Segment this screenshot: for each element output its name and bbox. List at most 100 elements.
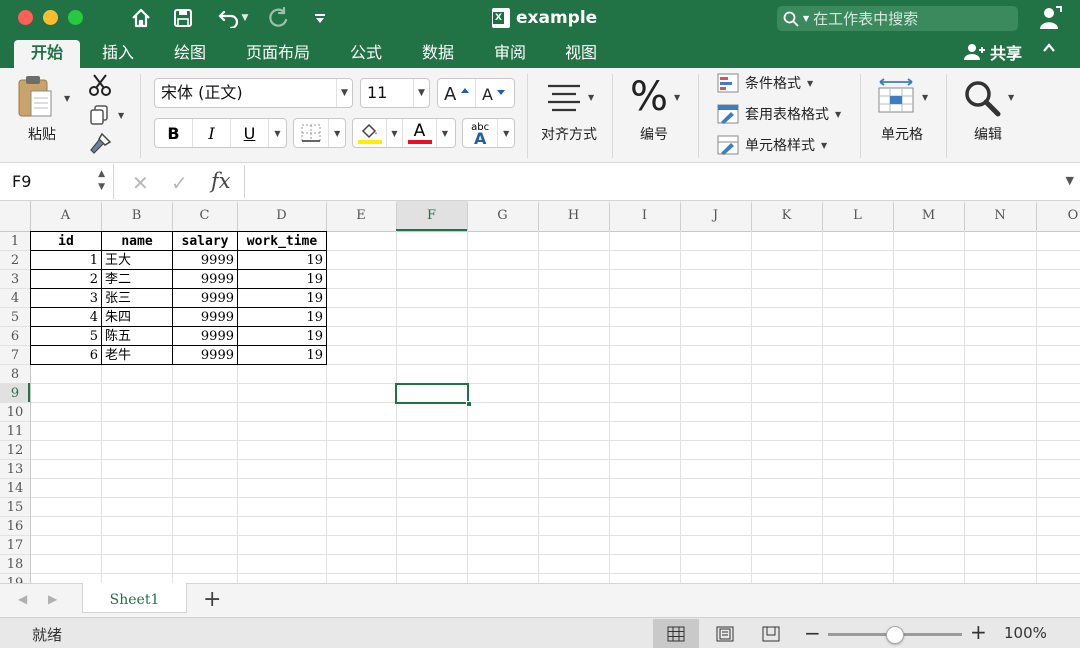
share-button[interactable]: 共享 xyxy=(964,38,1022,66)
cell-a6[interactable]: 5 xyxy=(31,327,101,346)
zoom-in-icon[interactable]: + xyxy=(970,620,987,644)
conditional-format-button[interactable]: 条件格式 ▼ xyxy=(717,72,813,94)
column-header-a[interactable]: A xyxy=(30,207,101,225)
collapse-ribbon-icon[interactable] xyxy=(1042,41,1056,59)
window-maximize-button[interactable] xyxy=(68,10,83,25)
name-box[interactable]: F9 ▲ ▼ xyxy=(0,164,114,199)
cell-a2[interactable]: 1 xyxy=(31,251,101,270)
tab-view[interactable]: 视图 xyxy=(553,40,609,68)
font-name-dropdown-icon[interactable]: ▼ xyxy=(336,79,352,107)
page-break-view-button[interactable] xyxy=(748,619,794,648)
cell-b7[interactable]: 老牛 xyxy=(102,346,172,365)
row-header-11[interactable]: 11 xyxy=(0,422,30,441)
format-as-table-button[interactable]: 套用表格格式 ▼ xyxy=(717,103,841,125)
cell-c3[interactable]: 9999 xyxy=(173,270,237,289)
cell-a7[interactable]: 6 xyxy=(31,346,101,365)
confirm-entry-icon[interactable]: ✓ xyxy=(171,171,188,195)
number-format-button[interactable]: % xyxy=(630,74,668,120)
cell-d1[interactable]: work_time xyxy=(238,232,326,251)
row-header-16[interactable]: 16 xyxy=(0,517,30,536)
column-header-c[interactable]: C xyxy=(172,207,237,225)
row-header-3[interactable]: 3 xyxy=(0,270,30,289)
tab-page-layout[interactable]: 页面布局 xyxy=(234,40,322,68)
column-header-o[interactable]: O xyxy=(1036,207,1080,225)
alignment-dropdown-icon[interactable]: ▼ xyxy=(588,93,594,102)
row-header-18[interactable]: 18 xyxy=(0,555,30,574)
cell-b2[interactable]: 王大 xyxy=(102,251,172,270)
row-header-19[interactable]: 19 xyxy=(0,574,30,583)
insert-function-icon[interactable]: fx xyxy=(211,169,231,193)
account-button[interactable] xyxy=(1038,5,1062,35)
redo-button[interactable] xyxy=(266,5,292,31)
tab-review[interactable]: 审阅 xyxy=(482,40,538,68)
cell-styles-button[interactable]: 单元格样式 ▼ xyxy=(717,134,827,156)
bold-button[interactable]: B xyxy=(155,119,193,147)
cell-a1[interactable]: id xyxy=(31,232,101,251)
normal-view-button[interactable] xyxy=(653,619,699,648)
cancel-entry-icon[interactable]: ✕ xyxy=(132,171,149,195)
tab-home[interactable]: 开始 xyxy=(14,40,80,68)
zoom-level[interactable]: 100% xyxy=(1004,624,1047,642)
next-sheet-icon[interactable]: ▶ xyxy=(48,592,57,606)
cell-a4[interactable]: 3 xyxy=(31,289,101,308)
cell-b1[interactable]: name xyxy=(102,232,172,251)
customize-toolbar-button[interactable] xyxy=(311,5,329,31)
undo-button[interactable]: ▼ xyxy=(212,5,254,31)
search-options-icon[interactable]: ▼ xyxy=(803,14,809,23)
cell-c2[interactable]: 9999 xyxy=(173,251,237,270)
column-header-d[interactable]: D xyxy=(237,207,326,225)
column-header-i[interactable]: I xyxy=(609,207,680,225)
cell-d2[interactable]: 19 xyxy=(238,251,326,270)
cells-button[interactable] xyxy=(876,78,916,118)
text-effects-dropdown-icon[interactable]: ▼ xyxy=(498,119,514,147)
row-header-9[interactable]: 9 xyxy=(0,384,30,403)
cell-c1[interactable]: salary xyxy=(173,232,237,251)
worksheet-grid[interactable]: ABCDEFGHIJKLMNO 1 2 3 4 5 6 7 8 9 10 11 12 13 14 15 16 1… xyxy=(0,201,1080,583)
home-button[interactable] xyxy=(128,5,154,31)
underline-dropdown-icon[interactable]: ▼ xyxy=(269,119,286,147)
window-minimize-button[interactable] xyxy=(43,10,58,25)
row-header-7[interactable]: 7 xyxy=(0,346,30,365)
cell-d4[interactable]: 19 xyxy=(238,289,326,308)
row-header-1[interactable]: 1 xyxy=(0,232,30,251)
zoom-out-icon[interactable]: − xyxy=(804,621,821,645)
paste-dropdown-icon[interactable]: ▼ xyxy=(64,94,70,103)
save-button[interactable] xyxy=(170,5,196,31)
cell-c4[interactable]: 9999 xyxy=(173,289,237,308)
cut-button[interactable] xyxy=(88,73,112,101)
prev-sheet-icon[interactable]: ◀ xyxy=(18,592,27,606)
column-header-k[interactable]: K xyxy=(751,207,822,225)
column-header-b[interactable]: B xyxy=(101,207,172,225)
font-size-dropdown-icon[interactable]: ▼ xyxy=(413,79,429,107)
undo-dropdown-icon[interactable]: ▼ xyxy=(242,13,249,23)
font-size-select[interactable]: 11 ▼ xyxy=(360,78,430,108)
column-header-m[interactable]: M xyxy=(893,207,964,225)
cell-b5[interactable]: 朱四 xyxy=(102,308,172,327)
expand-formula-bar-icon[interactable]: ▼ xyxy=(1066,174,1074,187)
row-header-5[interactable]: 5 xyxy=(0,308,30,327)
fill-color-button[interactable] xyxy=(353,119,387,147)
borders-dropdown-icon[interactable]: ▼ xyxy=(329,119,345,147)
borders-button[interactable] xyxy=(294,119,330,147)
decrease-font-size-button[interactable]: A xyxy=(476,79,514,107)
copy-dropdown-icon[interactable]: ▼ xyxy=(118,111,124,120)
cell-b6[interactable]: 陈五 xyxy=(102,327,172,346)
column-header-n[interactable]: N xyxy=(964,207,1036,225)
formula-input[interactable] xyxy=(244,165,1054,198)
column-header-e[interactable]: E xyxy=(326,207,396,225)
row-header-6[interactable]: 6 xyxy=(0,327,30,346)
tab-data[interactable]: 数据 xyxy=(410,40,466,68)
row-header-14[interactable]: 14 xyxy=(0,479,30,498)
copy-button[interactable] xyxy=(88,104,110,130)
number-format-dropdown-icon[interactable]: ▼ xyxy=(674,93,680,102)
column-header-f[interactable]: F xyxy=(396,207,467,225)
row-header-10[interactable]: 10 xyxy=(0,403,30,422)
column-header-g[interactable]: G xyxy=(467,207,538,225)
cell-c5[interactable]: 9999 xyxy=(173,308,237,327)
italic-button[interactable]: I xyxy=(193,119,231,147)
editing-dropdown-icon[interactable]: ▼ xyxy=(1008,93,1014,102)
underline-button[interactable]: U xyxy=(231,119,269,147)
cell-c7[interactable]: 9999 xyxy=(173,346,237,365)
column-header-h[interactable]: H xyxy=(538,207,609,225)
increase-font-size-button[interactable]: A xyxy=(438,79,476,107)
